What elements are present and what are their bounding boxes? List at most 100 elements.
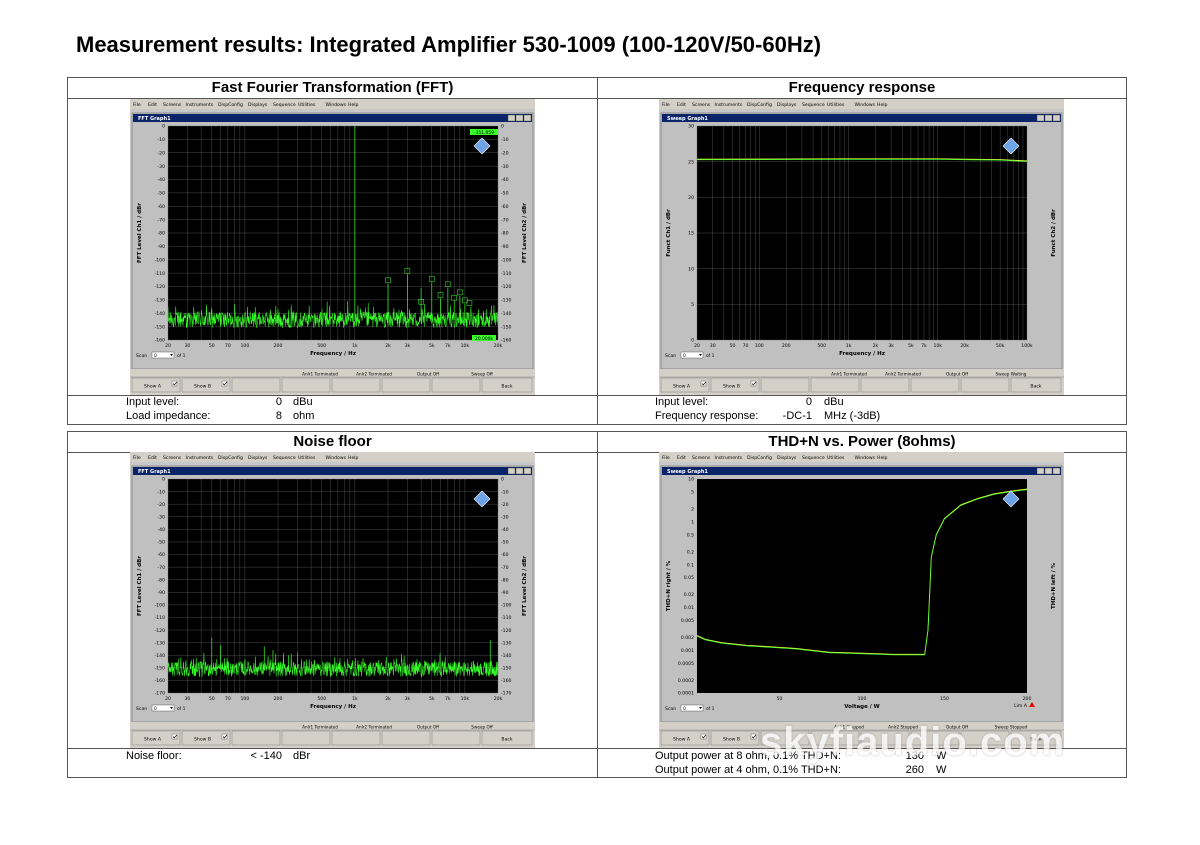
- softkey-button[interactable]: [810, 377, 860, 393]
- softkey-button[interactable]: [860, 377, 910, 393]
- close-button[interactable]: [1052, 467, 1061, 475]
- x-tick-label: 20: [165, 343, 171, 349]
- menu-item-file[interactable]: File: [133, 455, 141, 461]
- y-tick-label: 5: [691, 490, 694, 496]
- menu-item-displays[interactable]: Displays: [777, 102, 797, 108]
- menu-item-instruments[interactable]: Instruments: [715, 455, 743, 461]
- menu-item-utilities[interactable]: Utilities: [298, 102, 316, 108]
- menu-item-edit[interactable]: Edit: [148, 455, 157, 461]
- softkey-button[interactable]: [910, 730, 960, 746]
- menu-item-windows[interactable]: Windows: [855, 455, 876, 461]
- menu-item-screens[interactable]: Screens: [692, 455, 711, 461]
- softkey-button[interactable]: [810, 730, 860, 746]
- checkbox[interactable]: [171, 380, 178, 387]
- menu-item-edit[interactable]: Edit: [677, 102, 686, 108]
- fft-info-value-1: 0: [275, 396, 282, 408]
- y2-tick-label: -60: [501, 552, 509, 558]
- menu-item-edit[interactable]: Edit: [677, 455, 686, 461]
- checkbox[interactable]: [700, 380, 707, 387]
- menu-item-screens[interactable]: Screens: [163, 102, 182, 108]
- menu-item-instruments[interactable]: Instruments: [715, 102, 743, 108]
- menu-item-help[interactable]: Help: [877, 455, 888, 461]
- y2-tick-label: -160: [501, 338, 512, 344]
- menu-item-help[interactable]: Help: [348, 102, 359, 108]
- y2-tick-label: -20: [501, 150, 509, 156]
- minimize-button[interactable]: [507, 467, 516, 475]
- menu-item-sequence[interactable]: Sequence: [802, 102, 825, 108]
- softkey-button[interactable]: [960, 730, 1010, 746]
- menu-item-help[interactable]: Help: [877, 102, 888, 108]
- maximize-button[interactable]: [515, 467, 524, 475]
- x-tick-label: 200: [782, 343, 791, 349]
- y-tick-label: -150: [155, 324, 166, 330]
- softkey-button[interactable]: [381, 377, 431, 393]
- minimize-button[interactable]: [1036, 114, 1045, 122]
- menu-item-utilities[interactable]: Utilities: [298, 455, 316, 461]
- menu-item-file[interactable]: File: [133, 102, 141, 108]
- checkbox[interactable]: [171, 733, 178, 740]
- y-tick-label: -80: [157, 577, 165, 583]
- close-button[interactable]: [523, 114, 532, 122]
- menu-item-edit[interactable]: Edit: [148, 102, 157, 108]
- softkey-button[interactable]: [431, 377, 481, 393]
- softkey-button[interactable]: [960, 377, 1010, 393]
- menu-item-sequence[interactable]: Sequence: [273, 455, 296, 461]
- maximize-button[interactable]: [1044, 467, 1053, 475]
- menu-item-dispconfig[interactable]: DispConfig: [747, 102, 772, 108]
- close-button[interactable]: [523, 467, 532, 475]
- softkey-button[interactable]: [381, 730, 431, 746]
- menu-item-displays[interactable]: Displays: [248, 102, 268, 108]
- menu-item-dispconfig[interactable]: DispConfig: [747, 455, 772, 461]
- menu-item-displays[interactable]: Displays: [777, 455, 797, 461]
- checkbox[interactable]: [700, 733, 707, 740]
- softkey-button[interactable]: [431, 730, 481, 746]
- y-tick-label: 0: [691, 338, 694, 344]
- menu-item-dispconfig[interactable]: DispConfig: [218, 102, 243, 108]
- menu-item-instruments[interactable]: Instruments: [186, 455, 214, 461]
- softkey-button[interactable]: [231, 377, 281, 393]
- menu-item-screens[interactable]: Screens: [692, 102, 711, 108]
- menu-item-sequence[interactable]: Sequence: [802, 455, 825, 461]
- y-tick-label: -90: [157, 590, 165, 596]
- softkey-button[interactable]: [760, 377, 810, 393]
- softkey-button[interactable]: [281, 377, 331, 393]
- menu-item-file[interactable]: File: [662, 102, 670, 108]
- checkbox[interactable]: [750, 380, 757, 387]
- menu-item-windows[interactable]: Windows: [326, 102, 347, 108]
- menu-item-file[interactable]: File: [662, 455, 670, 461]
- y-tick-label: 0.02: [684, 592, 694, 598]
- softkey-button[interactable]: [331, 377, 381, 393]
- menu-item-sequence[interactable]: Sequence: [273, 102, 296, 108]
- softkey-button[interactable]: [231, 730, 281, 746]
- menu-item-utilities[interactable]: Utilities: [827, 455, 845, 461]
- softkey-button[interactable]: [860, 730, 910, 746]
- minimize-button[interactable]: [507, 114, 516, 122]
- softkey-button[interactable]: [760, 730, 810, 746]
- checkbox[interactable]: [221, 380, 228, 387]
- maximize-button[interactable]: [515, 114, 524, 122]
- menu-item-displays[interactable]: Displays: [248, 455, 268, 461]
- checkbox[interactable]: [750, 733, 757, 740]
- y-tick-label: 0.01: [684, 605, 694, 611]
- menu-item-help[interactable]: Help: [348, 455, 359, 461]
- scan-of-label: of 1: [177, 706, 186, 712]
- softkey-button[interactable]: [910, 377, 960, 393]
- y-tick-label: 0: [162, 477, 165, 483]
- menu-item-windows[interactable]: Windows: [326, 455, 347, 461]
- menu-item-screens[interactable]: Screens: [163, 455, 182, 461]
- maximize-button[interactable]: [1044, 114, 1053, 122]
- close-button[interactable]: [1052, 114, 1061, 122]
- minimize-button[interactable]: [1036, 467, 1045, 475]
- checkbox[interactable]: [221, 733, 228, 740]
- menu-item-instruments[interactable]: Instruments: [186, 102, 214, 108]
- y2-tick-label: -110: [501, 271, 512, 277]
- y-tick-label: 10: [688, 477, 694, 483]
- menu-item-utilities[interactable]: Utilities: [827, 102, 845, 108]
- menu-item-dispconfig[interactable]: DispConfig: [218, 455, 243, 461]
- softkey-button[interactable]: [331, 730, 381, 746]
- x-axis-label: Frequency / Hz: [839, 351, 885, 357]
- menu-item-windows[interactable]: Windows: [855, 102, 876, 108]
- x-tick-label: 1k: [352, 343, 358, 349]
- softkey-button[interactable]: [281, 730, 331, 746]
- y-tick-label: -100: [155, 603, 166, 609]
